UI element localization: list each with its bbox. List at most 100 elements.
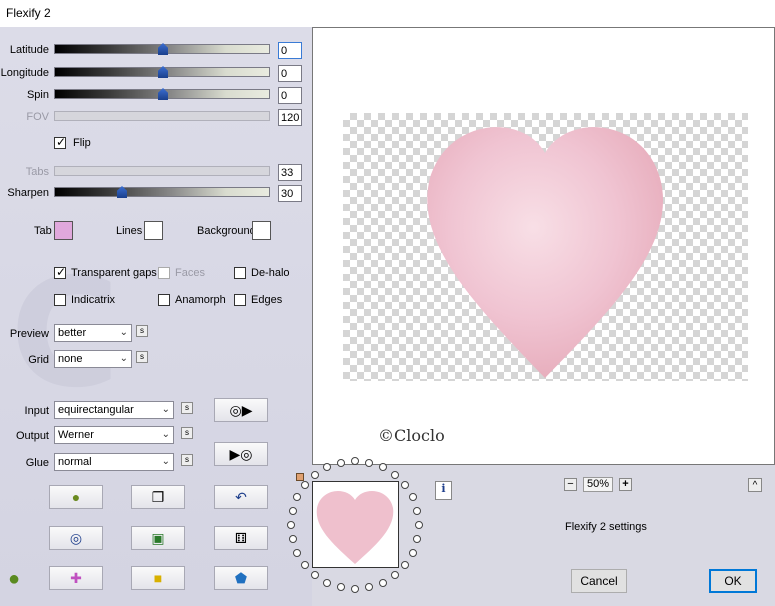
ring-icon: ◎: [69, 530, 83, 546]
corner-marker[interactable]: [296, 473, 304, 481]
check-icon: ✓: [56, 265, 67, 279]
navigator-dot[interactable]: [365, 458, 374, 467]
sharpen-thumb[interactable]: [117, 186, 127, 198]
title-bar: Flexify 2: [0, 0, 775, 27]
sharpen-slider[interactable]: [54, 186, 270, 198]
frame-button[interactable]: ▣: [131, 526, 185, 550]
zoom-level: 50%: [583, 477, 613, 492]
latitude-slider[interactable]: [54, 43, 270, 55]
cross-shape-button[interactable]: ✚: [49, 566, 103, 590]
tabs-label: Tabs: [25, 166, 49, 178]
navigator-dot[interactable]: [323, 463, 332, 472]
spin-slider[interactable]: [54, 88, 270, 100]
latitude-value[interactable]: 0: [278, 42, 302, 59]
longitude-value[interactable]: 0: [278, 65, 302, 82]
cancel-button[interactable]: Cancel: [571, 569, 627, 593]
input-select[interactable]: equirectangular ⌄: [54, 401, 174, 419]
pentagon-icon: ⬟: [234, 570, 248, 586]
navigator-dot[interactable]: [415, 521, 423, 529]
navigator-dot[interactable]: [287, 521, 295, 529]
indicatrix-checkbox[interactable]: [54, 294, 66, 306]
navigator-dot[interactable]: [401, 560, 410, 569]
flip-label: Flip: [73, 137, 91, 149]
input-s-button[interactable]: s: [181, 402, 193, 414]
grid-value: none: [58, 353, 83, 365]
sharpen-value[interactable]: 30: [278, 185, 302, 202]
navigator-dot[interactable]: [401, 481, 410, 490]
pentagon-button[interactable]: ⬟: [214, 566, 268, 590]
navigator-dot[interactable]: [336, 583, 345, 592]
glue-s-button[interactable]: s: [181, 454, 193, 466]
preview-canvas[interactable]: ©Cloclo: [312, 27, 775, 465]
longitude-thumb[interactable]: [158, 66, 168, 78]
flip-checkbox[interactable]: ✓: [54, 135, 66, 149]
ok-button[interactable]: OK: [709, 569, 757, 593]
output-s-button[interactable]: s: [181, 427, 193, 439]
navigator-thumbnail[interactable]: [312, 481, 399, 568]
glue-select[interactable]: normal ⌄: [54, 453, 174, 471]
edges-label: Edges: [251, 294, 283, 306]
collapse-button[interactable]: ^: [748, 478, 762, 492]
ring-button[interactable]: ◎: [49, 526, 103, 550]
play-button[interactable]: ▶◎: [214, 442, 268, 466]
apple-icon[interactable]: ●: [8, 568, 20, 591]
navigator-dot[interactable]: [311, 571, 320, 580]
lines-color-swatch[interactable]: [144, 221, 163, 240]
longitude-slider[interactable]: [54, 66, 270, 78]
spin-value[interactable]: 0: [278, 87, 302, 104]
zoom-in-button[interactable]: +: [619, 478, 632, 491]
background-color-swatch[interactable]: [252, 221, 271, 240]
navigator-dot[interactable]: [390, 571, 399, 580]
faces-checkbox: [158, 267, 170, 279]
navigator-dot[interactable]: [323, 578, 332, 587]
preview-s-button[interactable]: s: [136, 325, 148, 337]
navigator-dot[interactable]: [300, 560, 309, 569]
dice-button[interactable]: ⚅: [214, 526, 268, 550]
transparent-gaps-checkbox[interactable]: ✓: [54, 265, 67, 279]
navigator-dot[interactable]: [413, 535, 422, 544]
grid-select[interactable]: none ⌄: [54, 350, 132, 368]
navigator-dot[interactable]: [351, 585, 359, 593]
chevron-down-icon: ⌄: [161, 404, 170, 415]
latitude-thumb[interactable]: [158, 43, 168, 55]
navigator-dot[interactable]: [365, 583, 374, 592]
heart-thumbnail: [316, 490, 394, 564]
chevron-down-icon: ⌄: [161, 456, 170, 467]
navigator-dot[interactable]: [336, 458, 345, 467]
navigator-dot[interactable]: [408, 493, 417, 502]
preview-select[interactable]: better ⌄: [54, 324, 132, 342]
fov-value: 120: [278, 109, 302, 126]
preview-label: Preview: [9, 328, 49, 340]
cube-button[interactable]: ■: [131, 566, 185, 590]
copy-button[interactable]: ❐: [131, 485, 185, 509]
spin-thumb[interactable]: [158, 88, 168, 100]
navigator-dot[interactable]: [351, 457, 359, 465]
navigator-dot[interactable]: [288, 535, 297, 544]
output-select[interactable]: Werner ⌄: [54, 426, 174, 444]
anamorph-checkbox[interactable]: [158, 294, 170, 306]
dehalo-checkbox[interactable]: [234, 267, 246, 279]
undo-button[interactable]: ↶: [214, 485, 268, 509]
navigator-dot[interactable]: [288, 506, 297, 515]
navigator-dot[interactable]: [390, 470, 399, 479]
grid-label: Grid: [28, 354, 49, 366]
anamorph-label: Anamorph: [175, 294, 226, 306]
navigator-dot[interactable]: [408, 548, 417, 557]
navigator-dot[interactable]: [378, 578, 387, 587]
globe-button[interactable]: ●: [49, 485, 103, 509]
grid-s-button[interactable]: s: [136, 351, 148, 363]
info-icon[interactable]: i: [435, 481, 452, 500]
spin-label: Spin: [26, 89, 49, 101]
edges-checkbox[interactable]: [234, 294, 246, 306]
lines-color-label: Lines: [116, 225, 143, 237]
signature-watermark: ©Cloclo: [378, 426, 445, 445]
globe-icon: ●: [71, 489, 81, 505]
navigator-dot[interactable]: [378, 463, 387, 472]
zoom-out-button[interactable]: −: [564, 478, 577, 491]
navigator-dot[interactable]: [413, 506, 422, 515]
heart-image: [427, 127, 664, 379]
tab-color-swatch[interactable]: [54, 221, 73, 240]
record-button[interactable]: ◎▶: [214, 398, 268, 422]
navigator-dot[interactable]: [311, 470, 320, 479]
output-label: Output: [15, 430, 49, 442]
